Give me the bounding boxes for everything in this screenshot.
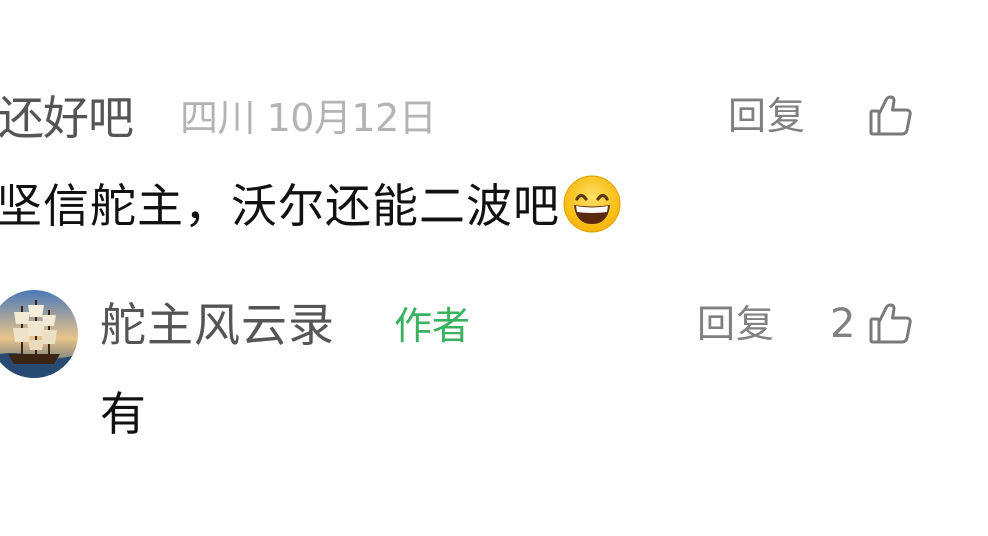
thumbs-up-icon[interactable] (868, 300, 914, 346)
avatar[interactable] (0, 290, 78, 378)
like-count: 2 (830, 301, 856, 347)
grinning-face-emoji-icon (562, 174, 622, 234)
comment-username[interactable]: 还好吧 (0, 88, 134, 148)
reply-username[interactable]: 舵主风云录 (100, 294, 335, 356)
comment-meta: 四川 10月12日 (180, 96, 437, 140)
comment-text: 坚信舵主，沃尔还能二波吧 (0, 174, 622, 238)
comment-thread: 还好吧 四川 10月12日 回复 坚信舵主，沃尔还能二波吧 舵主风云录 作者 回… (0, 0, 988, 536)
reply-button[interactable]: 回复 (728, 90, 806, 142)
reply-text: 有 (100, 387, 146, 441)
thumbs-up-icon[interactable] (868, 92, 914, 138)
reply-button[interactable]: 回复 (697, 298, 775, 350)
author-badge: 作者 (394, 304, 471, 348)
comment-text-content: 坚信舵主，沃尔还能二波吧 (0, 179, 560, 233)
